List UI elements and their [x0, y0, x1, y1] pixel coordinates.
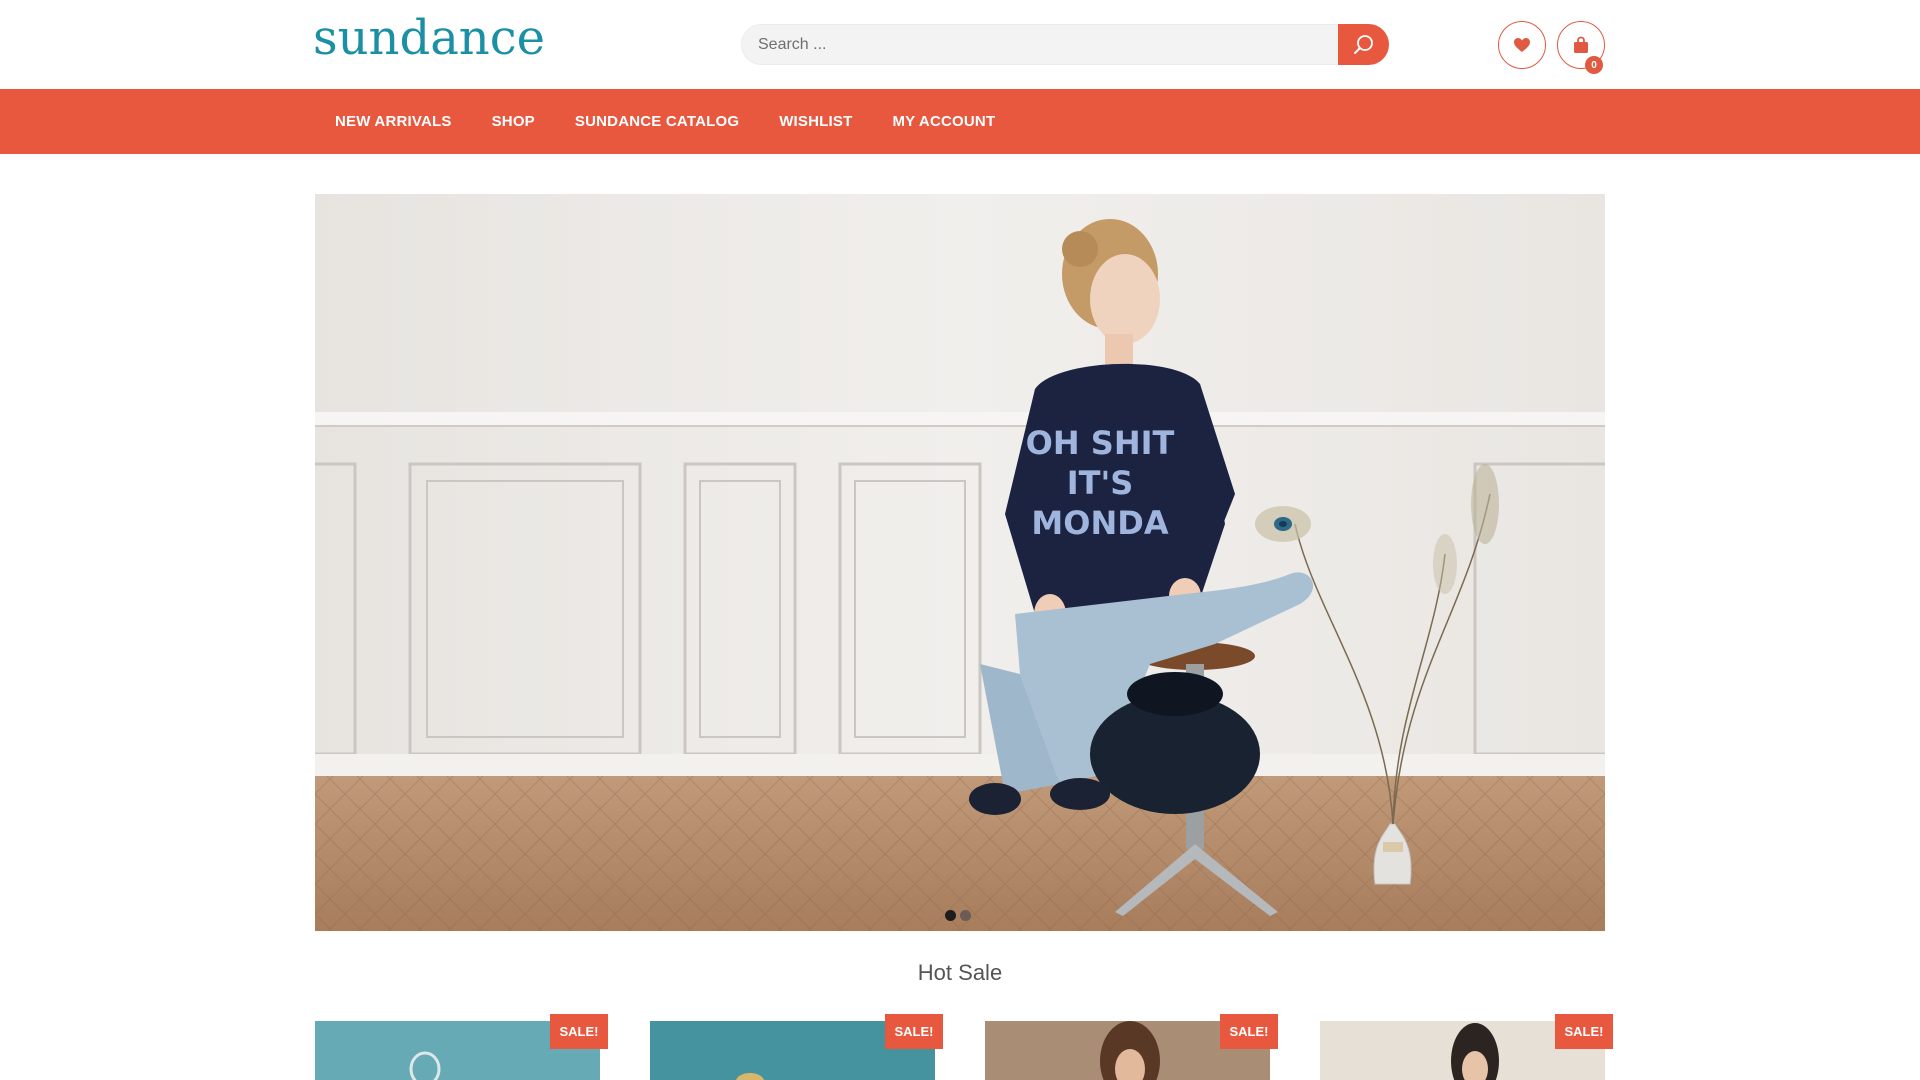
hero-image: OH SHIT IT'S MONDA	[315, 194, 1605, 931]
search-button[interactable]	[1338, 24, 1389, 65]
main-navigation: NEW ARRIVALS SHOP SUNDANCE CATALOG WISHL…	[0, 89, 1920, 154]
section-title-hot-sale: Hot Sale	[917, 960, 1003, 985]
sweater-text-1: OH SHIT	[1026, 424, 1175, 462]
sale-badge: SALE!	[550, 1014, 608, 1049]
site-logo[interactable]: sundance	[313, 10, 545, 66]
hero-slider[interactable]: OH SHIT IT'S MONDA	[315, 194, 1605, 931]
wishlist-button[interactable]	[1498, 21, 1546, 69]
search-input[interactable]	[741, 24, 1339, 65]
slider-dots	[945, 910, 971, 921]
slider-dot-2[interactable]	[960, 910, 971, 921]
nav-item-sundance-catalog[interactable]: SUNDANCE CATALOG	[555, 89, 759, 154]
shopping-bag-icon	[1574, 36, 1588, 53]
nav-item-new-arrivals[interactable]: NEW ARRIVALS	[315, 89, 472, 154]
cart-count-badge: 0	[1585, 56, 1603, 74]
sale-badge: SALE!	[1220, 1014, 1278, 1049]
site-header: sundance 0	[0, 0, 1920, 89]
sale-badge: SALE!	[885, 1014, 943, 1049]
search-form	[741, 24, 1389, 65]
slider-dot-1[interactable]	[945, 910, 956, 921]
nav-item-shop[interactable]: SHOP	[472, 89, 555, 154]
heart-icon	[1514, 38, 1530, 52]
nav-item-wishlist[interactable]: WISHLIST	[759, 89, 872, 154]
nav-item-my-account[interactable]: MY ACCOUNT	[872, 89, 1015, 154]
sale-badge: SALE!	[1555, 1014, 1613, 1049]
sweater-text-2: IT'S	[1067, 464, 1134, 502]
search-icon	[1353, 34, 1373, 54]
sweater-text-3: MONDA	[1031, 504, 1168, 542]
